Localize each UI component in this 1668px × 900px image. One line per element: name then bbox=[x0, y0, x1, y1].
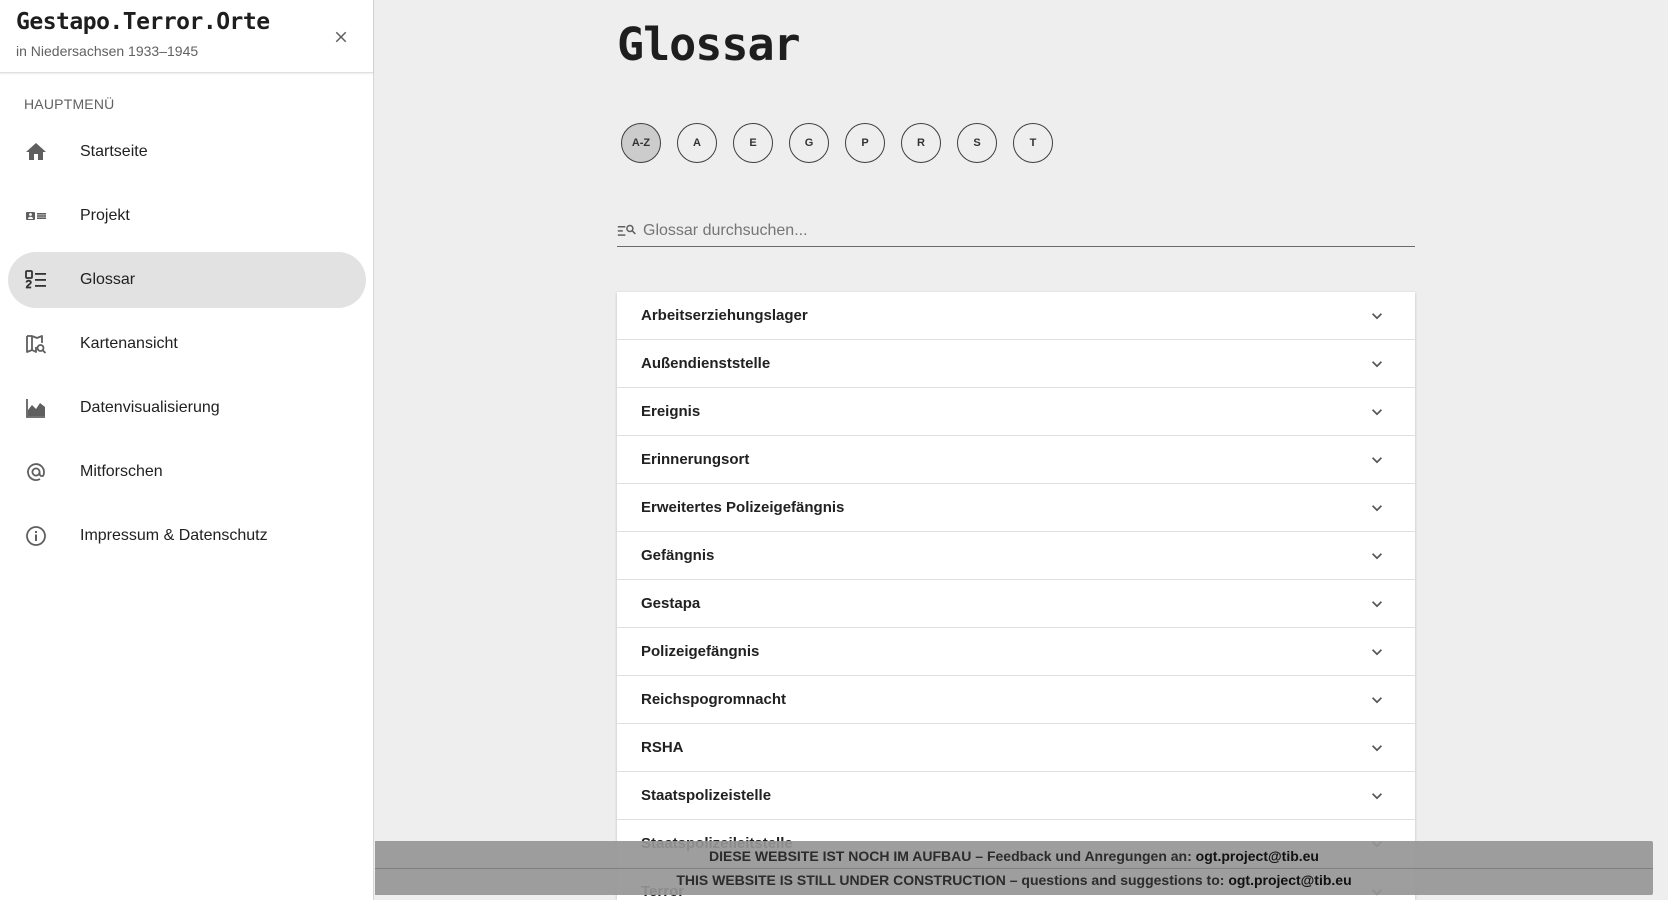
sidebar-item-glossar[interactable]: Glossar bbox=[8, 252, 366, 308]
letter-chip-a[interactable]: A bbox=[677, 123, 717, 163]
contact-email-link[interactable]: ogt.project@tib.eu bbox=[1196, 848, 1319, 864]
glossary-search bbox=[617, 216, 1415, 247]
letter-chip-e[interactable]: E bbox=[733, 123, 773, 163]
letter-chip-r[interactable]: R bbox=[901, 123, 941, 163]
home-icon bbox=[26, 143, 46, 160]
chevron-down-icon bbox=[1372, 745, 1382, 752]
main-menu: Startseite Projekt Glossar Kartenansicht… bbox=[0, 124, 374, 572]
entry-title: Arbeitserziehungslager bbox=[641, 307, 808, 324]
chevron-down-icon bbox=[1372, 697, 1382, 704]
entry-title: Gefängnis bbox=[641, 547, 715, 564]
area-chart-icon bbox=[26, 399, 45, 418]
at-sign-icon bbox=[27, 463, 45, 481]
entry-title: Ereignis bbox=[641, 403, 701, 420]
letter-chip-g[interactable]: G bbox=[789, 123, 829, 163]
entry-title: Staatspolizeistelle bbox=[641, 787, 772, 804]
entry-title: Reichspogromnacht bbox=[641, 691, 787, 708]
site-brand[interactable]: Gestapo.Terror.Orte bbox=[16, 9, 270, 35]
page-title: Glossar bbox=[617, 18, 801, 71]
sidebar-item-datenvisualisierung[interactable]: Datenvisualisierung bbox=[8, 380, 366, 436]
search-input[interactable] bbox=[643, 222, 1403, 240]
main-menu-label: HAUPTMENÜ bbox=[24, 96, 115, 112]
chevron-down-icon bbox=[1372, 601, 1382, 608]
chevron-down-icon bbox=[1372, 793, 1382, 800]
glossary-list: Arbeitserziehungslager Außendienststelle… bbox=[617, 292, 1415, 900]
glossary-entry[interactable]: Reichspogromnacht bbox=[617, 676, 1415, 724]
entry-title: Gestapa bbox=[641, 595, 701, 612]
sidebar-item-mitforschen[interactable]: Mitforschen bbox=[8, 444, 366, 500]
chevron-down-icon bbox=[1372, 505, 1382, 512]
banner-text: THIS WEBSITE IS STILL UNDER CONSTRUCTION… bbox=[676, 872, 1229, 888]
glossary-entry[interactable]: Erinnerungsort bbox=[617, 436, 1415, 484]
sidebar-item-label: Kartenansicht bbox=[80, 335, 178, 352]
sidebar-item-label: Projekt bbox=[80, 207, 130, 224]
chevron-down-icon bbox=[1372, 457, 1382, 464]
search-list-icon bbox=[617, 224, 636, 236]
glossary-entry[interactable]: Staatspolizeistelle bbox=[617, 772, 1415, 820]
banner-line-english: THIS WEBSITE IS STILL UNDER CONSTRUCTION… bbox=[375, 872, 1653, 888]
entry-title: Polizeigefängnis bbox=[641, 643, 760, 660]
id-card-icon bbox=[26, 212, 46, 220]
chevron-down-icon bbox=[1372, 409, 1382, 416]
chevron-down-icon bbox=[1372, 361, 1382, 368]
chevron-down-icon bbox=[1372, 553, 1382, 560]
letter-chip-t[interactable]: T bbox=[1013, 123, 1053, 163]
glossary-entry[interactable]: Gefängnis bbox=[617, 532, 1415, 580]
glossary-entry[interactable]: RSHA bbox=[617, 724, 1415, 772]
letter-chip-az[interactable]: A-Z bbox=[621, 123, 661, 163]
letter-filter: A-Z A E G P R S T bbox=[621, 123, 1053, 163]
letter-chip-p[interactable]: P bbox=[845, 123, 885, 163]
map-search-icon bbox=[26, 335, 47, 354]
sidebar-item-label: Mitforschen bbox=[80, 463, 163, 480]
info-icon bbox=[26, 526, 46, 546]
glossary-entry[interactable]: Gestapa bbox=[617, 580, 1415, 628]
sidebar-item-impressum[interactable]: Impressum & Datenschutz bbox=[8, 508, 366, 564]
sidebar-item-kartenansicht[interactable]: Kartenansicht bbox=[8, 316, 366, 372]
sidebar-item-label: Impressum & Datenschutz bbox=[80, 527, 268, 544]
banner-text: DIESE WEBSITE IST NOCH IM AUFBAU – Feedb… bbox=[709, 848, 1196, 864]
banner-divider bbox=[375, 868, 1653, 869]
numbered-list-icon bbox=[25, 270, 46, 289]
glossary-entry[interactable]: Außendienststelle bbox=[617, 340, 1415, 388]
glossary-entry[interactable]: Polizeigefängnis bbox=[617, 628, 1415, 676]
glossary-entry[interactable]: Ereignis bbox=[617, 388, 1415, 436]
sidebar-header: Gestapo.Terror.Orte in Niedersachsen 193… bbox=[0, 0, 373, 73]
chevron-down-icon bbox=[1372, 313, 1382, 320]
close-icon bbox=[335, 31, 347, 43]
contact-email-link[interactable]: ogt.project@tib.eu bbox=[1228, 872, 1351, 888]
letter-chip-s[interactable]: S bbox=[957, 123, 997, 163]
sidebar-item-projekt[interactable]: Projekt bbox=[8, 188, 366, 244]
entry-title: Erinnerungsort bbox=[641, 451, 750, 468]
entry-title: Außendienststelle bbox=[641, 355, 771, 372]
banner-line-german: DIESE WEBSITE IST NOCH IM AUFBAU – Feedb… bbox=[375, 848, 1653, 864]
site-subtitle: in Niedersachsen 1933–1945 bbox=[16, 43, 199, 59]
close-drawer-button[interactable] bbox=[326, 22, 356, 52]
chevron-down-icon bbox=[1372, 649, 1382, 656]
construction-banner: DIESE WEBSITE IST NOCH IM AUFBAU – Feedb… bbox=[375, 841, 1653, 895]
sidebar-item-label: Startseite bbox=[80, 143, 148, 160]
glossary-entry[interactable]: Arbeitserziehungslager bbox=[617, 292, 1415, 340]
entry-title: Erweitertes Polizeigefängnis bbox=[641, 499, 845, 516]
sidebar-item-label: Datenvisualisierung bbox=[80, 399, 220, 416]
glossary-entry[interactable]: Erweitertes Polizeigefängnis bbox=[617, 484, 1415, 532]
sidebar-drawer: Gestapo.Terror.Orte in Niedersachsen 193… bbox=[0, 0, 374, 900]
sidebar-item-label: Glossar bbox=[80, 271, 136, 288]
sidebar-item-startseite[interactable]: Startseite bbox=[8, 124, 366, 180]
entry-title: RSHA bbox=[641, 739, 684, 756]
